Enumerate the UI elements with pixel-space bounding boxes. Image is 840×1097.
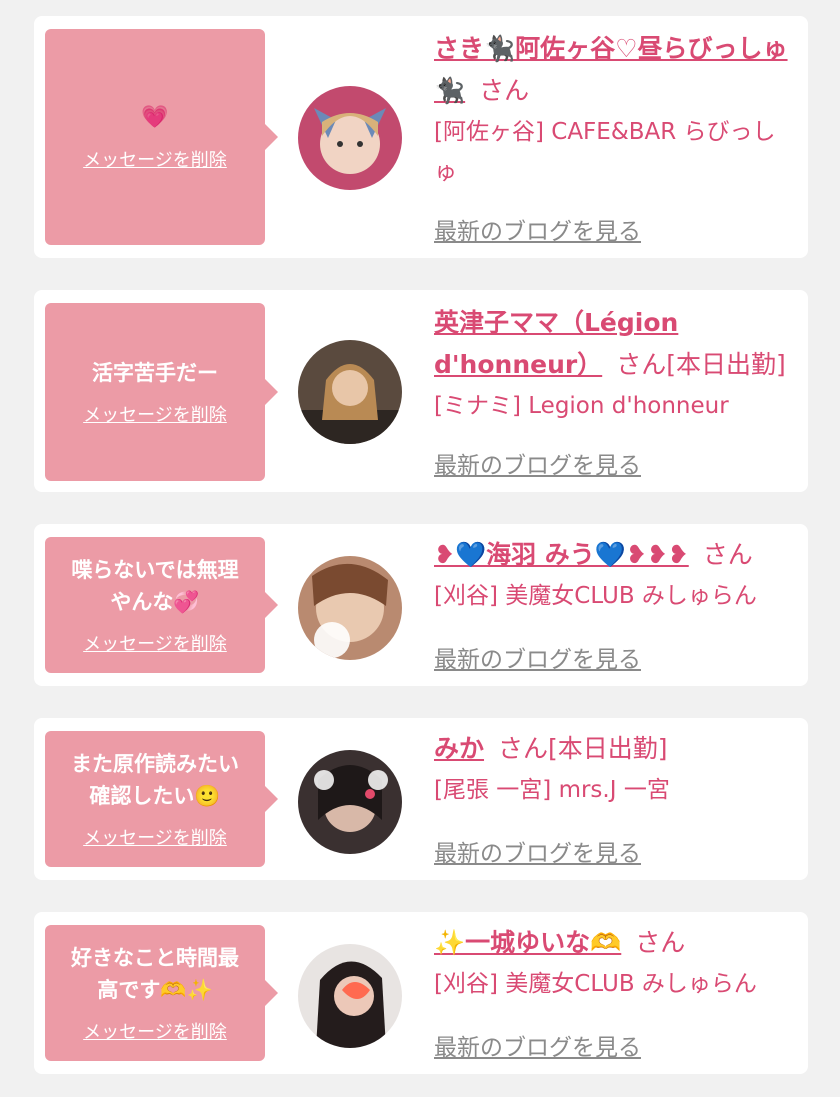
shop-info: [尾張 一宮] mrs.J 一宮 — [434, 777, 670, 803]
latest-blog-link[interactable]: 最新のブログを見る — [434, 446, 641, 480]
message-card: 好きなこと時間最 高です🫶✨ メッセージを削除 ✨一城ゆいな🫶 さん [刈谷] 美… — [34, 912, 808, 1074]
cast-info: みか さん[本日出勤] [尾張 一宮] mrs.J 一宮 — [434, 728, 796, 810]
latest-blog-link[interactable]: 最新のブログを見る — [434, 834, 641, 868]
delete-message-link[interactable]: メッセージを削除 — [83, 824, 227, 850]
message-card: また原作読みたい 確認したい🙂 メッセージを削除 みか さん[本日出勤] [尾張 … — [34, 718, 808, 880]
message-card: 💗 メッセージを削除 さき🐈‍⬛阿佐ヶ谷♡昼らびっしゅ🐈‍⬛ さん [阿佐ヶ谷] … — [34, 16, 808, 258]
message-list: 💗 メッセージを削除 さき🐈‍⬛阿佐ヶ谷♡昼らびっしゅ🐈‍⬛ さん [阿佐ヶ谷] … — [0, 0, 840, 1097]
honorific: さん — [635, 928, 686, 957]
honorific: さん — [479, 76, 530, 105]
avatar[interactable] — [298, 944, 402, 1048]
message-text: 💗 — [141, 105, 169, 130]
delete-message-link[interactable]: メッセージを削除 — [83, 1018, 227, 1044]
delete-message-link[interactable]: メッセージを削除 — [83, 630, 227, 656]
message-text: また原作読みたい 確認したい🙂 — [71, 752, 239, 808]
avatar[interactable] — [298, 556, 402, 660]
honorific: さん — [702, 540, 753, 569]
message-bubble: 💗 メッセージを削除 — [45, 29, 278, 245]
delete-message-link[interactable]: メッセージを削除 — [83, 146, 227, 172]
cast-info: 英津子ママ（Légion d'honneur） さん[本日出勤] [ミナミ] Le… — [434, 302, 796, 426]
status-tag: [本日出勤] — [548, 734, 668, 763]
latest-blog-link[interactable]: 最新のブログを見る — [434, 212, 641, 246]
cast-info: ❥💙海羽 みう💙❥❥❥ さん [刈谷] 美魔女CLUB みしゅらん — [434, 534, 796, 616]
latest-blog-link[interactable]: 最新のブログを見る — [434, 1028, 641, 1062]
shop-info: [ミナミ] Legion d'honneur — [434, 393, 729, 419]
message-text: 好きなこと時間最 高です🫶✨ — [71, 946, 239, 1002]
status-tag: [本日出勤] — [666, 350, 786, 379]
shop-info: [阿佐ヶ谷] CAFE&BAR らびっしゅ — [434, 119, 776, 185]
avatar[interactable] — [298, 340, 402, 444]
shop-info: [刈谷] 美魔女CLUB みしゅらん — [434, 971, 757, 997]
cast-name-link[interactable]: みか — [434, 734, 484, 763]
avatar[interactable] — [298, 86, 402, 190]
avatar[interactable] — [298, 750, 402, 854]
message-text: 活字苦手だー — [92, 361, 218, 385]
cast-info: さき🐈‍⬛阿佐ヶ谷♡昼らびっしゅ🐈‍⬛ さん [阿佐ヶ谷] CAFE&BAR らび… — [434, 28, 796, 192]
honorific: さん — [616, 350, 667, 379]
shop-info: [刈谷] 美魔女CLUB みしゅらん — [434, 583, 757, 609]
message-text: 喋らないでは無理 やんな💞 — [71, 558, 239, 614]
cast-info: ✨一城ゆいな🫶 さん [刈谷] 美魔女CLUB みしゅらん — [434, 922, 796, 1004]
cast-name-link[interactable]: ❥💙海羽 みう💙❥❥❥ — [434, 540, 689, 569]
message-bubble: また原作読みたい 確認したい🙂 メッセージを削除 — [45, 731, 278, 867]
cast-name-link[interactable]: ✨一城ゆいな🫶 — [434, 928, 621, 957]
message-bubble: 好きなこと時間最 高です🫶✨ メッセージを削除 — [45, 925, 278, 1061]
delete-message-link[interactable]: メッセージを削除 — [83, 401, 227, 427]
honorific: さん — [498, 734, 549, 763]
message-card: 活字苦手だー メッセージを削除 英津子ママ（Légion d'honneur）さ… — [34, 290, 808, 492]
message-card: 喋らないでは無理 やんな💞 メッセージを削除 ❥💙海羽 みう💙❥❥❥ さん [刈谷… — [34, 524, 808, 686]
message-bubble: 喋らないでは無理 やんな💞 メッセージを削除 — [45, 537, 278, 673]
message-bubble: 活字苦手だー メッセージを削除 — [45, 303, 278, 481]
latest-blog-link[interactable]: 最新のブログを見る — [434, 640, 641, 674]
